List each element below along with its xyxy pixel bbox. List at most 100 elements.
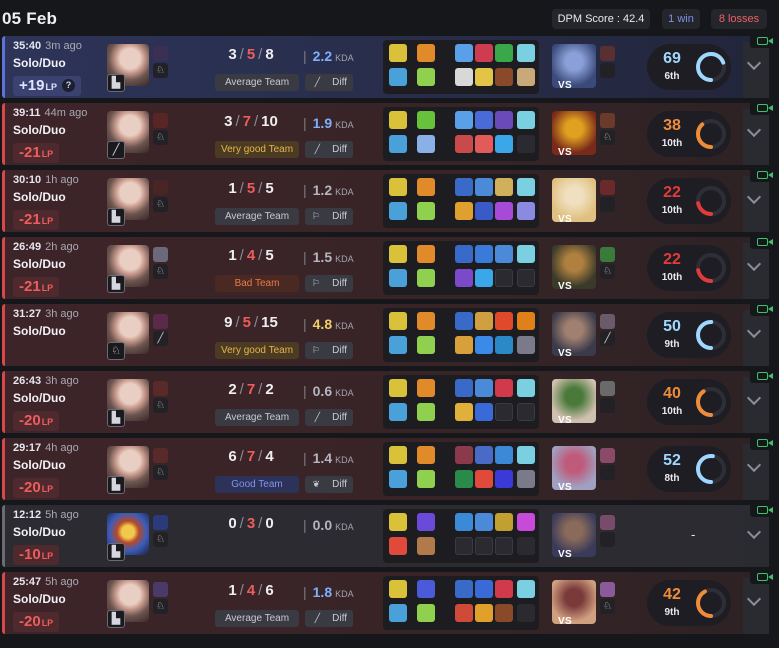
spell-slot[interactable] bbox=[389, 537, 407, 555]
item-slot[interactable] bbox=[455, 580, 473, 598]
item-slot[interactable] bbox=[517, 245, 535, 263]
item-slot[interactable] bbox=[475, 178, 493, 196]
item-slot[interactable] bbox=[475, 446, 493, 464]
spell-slot[interactable] bbox=[417, 312, 435, 330]
diff-button[interactable]: ╱ Diff bbox=[305, 409, 353, 426]
item-slot[interactable] bbox=[475, 513, 493, 531]
item-slot[interactable] bbox=[455, 68, 473, 86]
item-slot[interactable] bbox=[455, 111, 473, 129]
spell-slot[interactable] bbox=[389, 336, 407, 354]
item-slot[interactable] bbox=[475, 470, 493, 488]
spell-slot[interactable] bbox=[417, 202, 435, 220]
item-slot[interactable] bbox=[495, 312, 513, 330]
item-slot[interactable] bbox=[455, 336, 473, 354]
item-slot[interactable] bbox=[495, 604, 513, 622]
spell-slot[interactable] bbox=[389, 111, 407, 129]
help-icon[interactable]: ? bbox=[61, 79, 75, 92]
item-slot[interactable] bbox=[495, 111, 513, 129]
match-row[interactable]: 25:47 5h ago Solo/Duo -20LP ▙ ♘ 1/4/6 | 1.8 KDA Av… bbox=[2, 570, 776, 634]
spell-slot[interactable] bbox=[417, 580, 435, 598]
expand-button[interactable] bbox=[743, 377, 769, 433]
item-slot[interactable] bbox=[475, 202, 493, 220]
item-slot[interactable] bbox=[517, 312, 535, 330]
item-slot[interactable] bbox=[475, 403, 493, 421]
item-slot[interactable] bbox=[517, 537, 535, 555]
spell-slot[interactable] bbox=[389, 135, 407, 153]
item-slot[interactable] bbox=[517, 446, 535, 464]
diff-button[interactable]: ╱ Diff bbox=[305, 610, 353, 627]
expand-button[interactable] bbox=[743, 310, 769, 366]
spell-slot[interactable] bbox=[417, 44, 435, 62]
item-slot[interactable] bbox=[455, 403, 473, 421]
item-slot[interactable] bbox=[495, 336, 513, 354]
diff-button[interactable]: ╱ Diff bbox=[305, 74, 353, 91]
diff-button[interactable]: ╱ Diff bbox=[305, 141, 353, 158]
item-slot[interactable] bbox=[475, 604, 493, 622]
item-slot[interactable] bbox=[517, 470, 535, 488]
item-slot[interactable] bbox=[495, 580, 513, 598]
item-slot[interactable] bbox=[517, 135, 535, 153]
spell-slot[interactable] bbox=[417, 403, 435, 421]
item-slot[interactable] bbox=[455, 537, 473, 555]
spell-slot[interactable] bbox=[389, 269, 407, 287]
match-row[interactable]: 30:10 1h ago Solo/Duo -21LP ▙ ♘ 1/5/5 | 1.2 KDA Av… bbox=[2, 168, 776, 232]
item-slot[interactable] bbox=[517, 604, 535, 622]
item-slot[interactable] bbox=[517, 379, 535, 397]
spell-slot[interactable] bbox=[389, 178, 407, 196]
expand-button[interactable] bbox=[743, 511, 769, 567]
expand-button[interactable] bbox=[743, 578, 769, 634]
item-slot[interactable] bbox=[455, 178, 473, 196]
match-row[interactable]: 31:27 3h ago Solo/Duo ♘ ╱ 9/5/15 | 4.8 KDA Very g… bbox=[2, 302, 776, 366]
item-slot[interactable] bbox=[475, 379, 493, 397]
item-slot[interactable] bbox=[475, 68, 493, 86]
spell-slot[interactable] bbox=[417, 135, 435, 153]
match-row[interactable]: 29:17 4h ago Solo/Duo -20LP ▙ ♘ 6/7/4 | 1.4 KDA Go… bbox=[2, 436, 776, 500]
item-slot[interactable] bbox=[495, 513, 513, 531]
item-slot[interactable] bbox=[475, 312, 493, 330]
spell-slot[interactable] bbox=[417, 68, 435, 86]
item-slot[interactable] bbox=[455, 379, 473, 397]
item-slot[interactable] bbox=[495, 44, 513, 62]
diff-button[interactable]: ⚐ Diff bbox=[305, 275, 353, 292]
spell-slot[interactable] bbox=[389, 202, 407, 220]
item-slot[interactable] bbox=[495, 470, 513, 488]
match-row[interactable]: 26:43 3h ago Solo/Duo -20LP ▙ ♘ 2/7/2 | 0.6 KDA Av… bbox=[2, 369, 776, 433]
spell-slot[interactable] bbox=[389, 44, 407, 62]
item-slot[interactable] bbox=[517, 68, 535, 86]
spell-slot[interactable] bbox=[389, 379, 407, 397]
item-slot[interactable] bbox=[495, 446, 513, 464]
item-slot[interactable] bbox=[517, 44, 535, 62]
item-slot[interactable] bbox=[517, 513, 535, 531]
item-slot[interactable] bbox=[495, 178, 513, 196]
spell-slot[interactable] bbox=[389, 446, 407, 464]
spell-slot[interactable] bbox=[417, 513, 435, 531]
item-slot[interactable] bbox=[517, 269, 535, 287]
spell-slot[interactable] bbox=[417, 111, 435, 129]
diff-button[interactable]: ⚐ Diff bbox=[305, 342, 353, 359]
item-slot[interactable] bbox=[495, 202, 513, 220]
item-slot[interactable] bbox=[517, 111, 535, 129]
spell-slot[interactable] bbox=[389, 604, 407, 622]
diff-button[interactable]: ❦ Diff bbox=[305, 476, 353, 493]
match-row[interactable]: 12:12 5h ago Solo/Duo -10LP ▙ ♘ 0/3/0 | 0.0 KDA VS… bbox=[2, 503, 776, 567]
item-slot[interactable] bbox=[455, 202, 473, 220]
item-slot[interactable] bbox=[495, 379, 513, 397]
item-slot[interactable] bbox=[475, 44, 493, 62]
item-slot[interactable] bbox=[455, 312, 473, 330]
spell-slot[interactable] bbox=[389, 312, 407, 330]
item-slot[interactable] bbox=[455, 446, 473, 464]
item-slot[interactable] bbox=[475, 135, 493, 153]
item-slot[interactable] bbox=[517, 336, 535, 354]
item-slot[interactable] bbox=[455, 245, 473, 263]
match-row[interactable]: 26:49 2h ago Solo/Duo -21LP ▙ ♘ 1/4/5 | 1.5 KDA Ba… bbox=[2, 235, 776, 299]
spell-slot[interactable] bbox=[417, 470, 435, 488]
item-slot[interactable] bbox=[455, 44, 473, 62]
item-slot[interactable] bbox=[517, 178, 535, 196]
match-row[interactable]: 35:40 3m ago Solo/Duo +19LP? ▙ ♘ 3/5/8 | 2.2 KDA A… bbox=[2, 34, 776, 98]
item-slot[interactable] bbox=[475, 245, 493, 263]
expand-button[interactable] bbox=[743, 243, 769, 299]
item-slot[interactable] bbox=[517, 580, 535, 598]
item-slot[interactable] bbox=[455, 604, 473, 622]
spell-slot[interactable] bbox=[417, 379, 435, 397]
item-slot[interactable] bbox=[475, 269, 493, 287]
